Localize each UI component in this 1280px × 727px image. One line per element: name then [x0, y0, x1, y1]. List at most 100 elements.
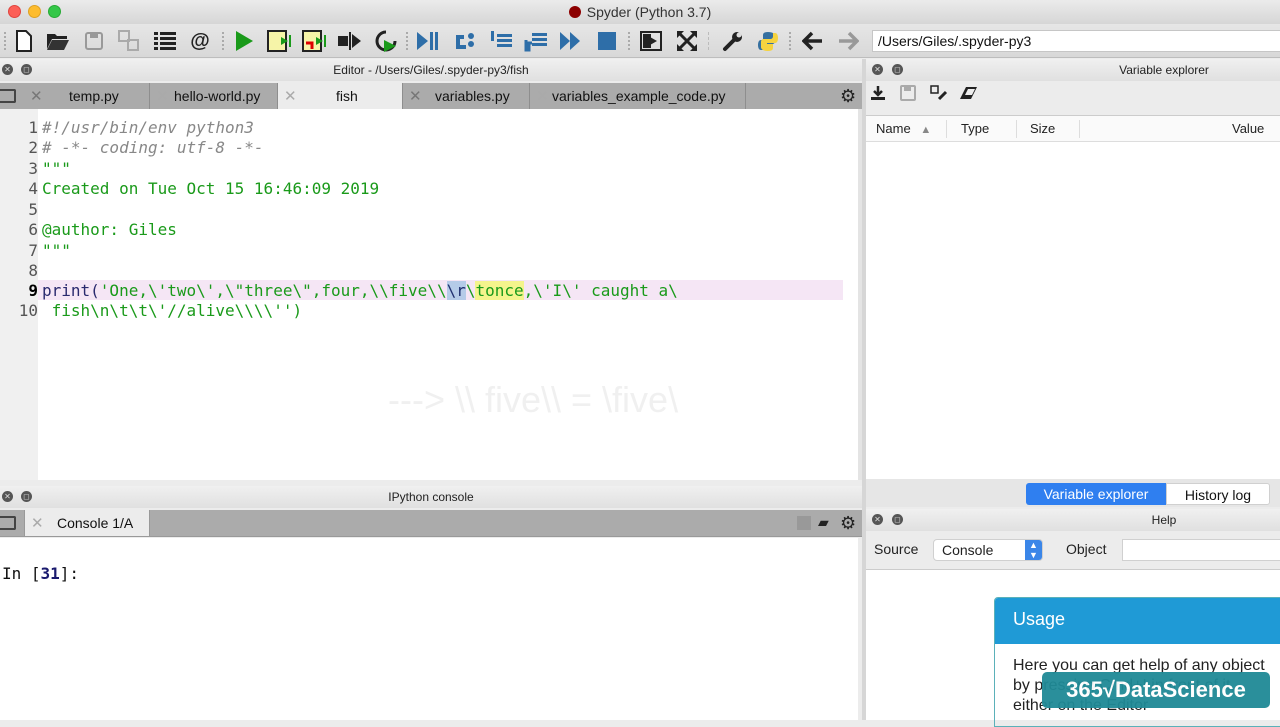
close-tab-icon[interactable]: ✕ [31, 510, 44, 537]
console-output[interactable]: In [31]: [0, 538, 858, 720]
save-all-icon[interactable] [116, 28, 142, 54]
sort-ascending-icon: ▲ [920, 124, 932, 136]
source-label: Source [874, 541, 919, 557]
tab-temp-py[interactable]: ✕ temp.py [24, 83, 150, 110]
close-pane-icon[interactable]: ✕ [872, 514, 883, 525]
open-file-icon[interactable] [45, 28, 71, 54]
column-divider[interactable] [1079, 120, 1080, 138]
column-label: Name [876, 121, 911, 136]
console-prompt: In [31]: [2, 564, 79, 583]
back-arrow-icon[interactable] [800, 28, 826, 54]
close-tab-icon[interactable]: ✕ [409, 83, 422, 110]
remove-all-variables-eraser-icon[interactable] [960, 85, 978, 104]
close-pane-icon[interactable]: ✕ [2, 491, 13, 502]
line-number: 5 [28, 200, 38, 219]
tab-variables-example-code-py[interactable]: ✕ variables_example_code.py [530, 83, 746, 110]
tab-history-log[interactable]: History log [1166, 483, 1270, 505]
code-line: @author: Giles [42, 220, 177, 239]
tab-label: hello-world.py [174, 88, 261, 104]
at-sign-icon[interactable]: @ [187, 28, 213, 54]
eraser-icon[interactable]: ▰ [818, 514, 829, 531]
code-line: # -*- coding: utf-8 -*- [42, 138, 264, 157]
forward-arrow-icon[interactable] [835, 28, 861, 54]
column-divider[interactable] [1016, 120, 1017, 138]
browse-tabs-icon[interactable] [0, 516, 16, 530]
prompt-number: 31 [40, 564, 60, 583]
close-pane-icon[interactable]: ✕ [2, 64, 13, 75]
code-editor[interactable]: ---> \\ five\\ = \five\ 1 #!/usr/bin/env… [0, 109, 858, 480]
code-line: """ [42, 159, 71, 178]
console-pane-header: ✕ ◻ IPython console [0, 486, 862, 508]
code-token-keyword: print( [42, 281, 100, 300]
undock-pane-icon[interactable]: ◻ [21, 491, 32, 502]
column-header-name[interactable]: Name ▲ [876, 121, 931, 136]
re-run-icon[interactable] [373, 28, 399, 54]
close-tab-icon[interactable]: ✕ [284, 83, 297, 110]
browse-tabs-icon[interactable] [0, 89, 16, 103]
interrupt-kernel-icon[interactable] [797, 516, 811, 530]
column-divider[interactable] [946, 120, 947, 138]
line-number: 7 [28, 241, 38, 260]
code-token-string: 'One,\'two\',\"three\",four,\\five\\ [99, 281, 447, 300]
tab-label: variables_example_code.py [552, 88, 726, 104]
run-cell-icon[interactable] [267, 28, 293, 54]
toolbar-separator [4, 32, 6, 50]
outline-list-icon[interactable] [152, 28, 178, 54]
save-data-as-icon[interactable] [930, 85, 948, 104]
tab-label: temp.py [69, 88, 119, 104]
tab-variable-explorer[interactable]: Variable explorer [1026, 483, 1166, 505]
code-line-current: print('One,\'two\',\"three\",four,\\five… [42, 281, 678, 300]
column-header-type[interactable]: Type [961, 121, 989, 136]
source-select[interactable]: Console ▲ ▼ [933, 539, 1043, 561]
stop-icon[interactable] [594, 28, 620, 54]
column-header-size[interactable]: Size [1030, 121, 1055, 136]
working-directory-input[interactable]: /Users/Giles/.spyder-py3 [872, 30, 1280, 52]
editor-options-gear-icon[interactable]: ⚙ [840, 86, 856, 107]
editor-pane: ✕ ◻ Editor - /Users/Giles/.spyder-py3/fi… [0, 59, 862, 480]
window-title-text: Spyder (Python 3.7) [586, 4, 712, 20]
tab-label: Console 1/A [57, 515, 134, 531]
save-data-icon[interactable] [900, 85, 916, 104]
save-file-icon[interactable] [81, 28, 107, 54]
source-selected-value: Console [942, 542, 994, 558]
close-tab-icon[interactable]: ✕ [30, 83, 43, 110]
continue-icon[interactable] [558, 28, 584, 54]
fullscreen-icon[interactable] [674, 28, 700, 54]
run-icon[interactable] [231, 28, 257, 54]
variable-table[interactable]: Name ▲ Type Size Value [866, 115, 1280, 479]
tab-fish[interactable]: ✕ fish [278, 83, 403, 110]
undock-pane-icon[interactable]: ◻ [21, 64, 32, 75]
code-line: Created on Tue Oct 15 16:46:09 2019 [42, 179, 380, 198]
python-path-icon[interactable] [755, 28, 781, 54]
preferences-wrench-icon[interactable] [720, 28, 746, 54]
object-input[interactable] [1122, 539, 1280, 561]
variable-table-header: Name ▲ Type Size Value [866, 116, 1280, 142]
console-options-gear-icon[interactable]: ⚙ [840, 513, 856, 534]
variable-explorer-pane: ✕ ◻ Variable explorer Name ▲ Type Size V… [866, 59, 1280, 479]
debug-icon[interactable] [414, 28, 440, 54]
maximize-pane-icon[interactable] [638, 28, 664, 54]
toolbar-separator [708, 32, 710, 50]
column-header-value[interactable]: Value [1232, 121, 1264, 136]
step-return-icon[interactable] [523, 28, 549, 54]
close-tab-icon[interactable]: ✕ [156, 83, 169, 110]
run-cell-advance-icon[interactable] [302, 28, 328, 54]
run-selection-icon[interactable] [337, 28, 363, 54]
step-into-icon[interactable] [488, 28, 514, 54]
import-data-icon[interactable] [870, 85, 886, 104]
undock-pane-icon[interactable]: ◻ [892, 514, 903, 525]
tab-console-1a[interactable]: ✕ Console 1/A [24, 510, 150, 537]
close-pane-icon[interactable]: ✕ [872, 64, 883, 75]
code-match-highlight: tonce [475, 281, 524, 300]
console-tabbar: ✕ Console 1/A ▰ ⚙ [0, 510, 862, 537]
close-tab-icon[interactable]: ✕ [536, 83, 549, 110]
new-file-icon[interactable] [11, 28, 37, 54]
line-number: 1 [28, 118, 38, 137]
tab-variables-py[interactable]: ✕ variables.py [403, 83, 530, 110]
step-icon[interactable] [452, 28, 478, 54]
tab-hello-world-py[interactable]: ✕ hello-world.py [150, 83, 278, 110]
undock-pane-icon[interactable]: ◻ [892, 64, 903, 75]
variable-explorer-title: Variable explorer [1119, 63, 1209, 77]
line-number: 6 [28, 220, 38, 239]
editor-pane-header: ✕ ◻ Editor - /Users/Giles/.spyder-py3/fi… [0, 59, 862, 81]
